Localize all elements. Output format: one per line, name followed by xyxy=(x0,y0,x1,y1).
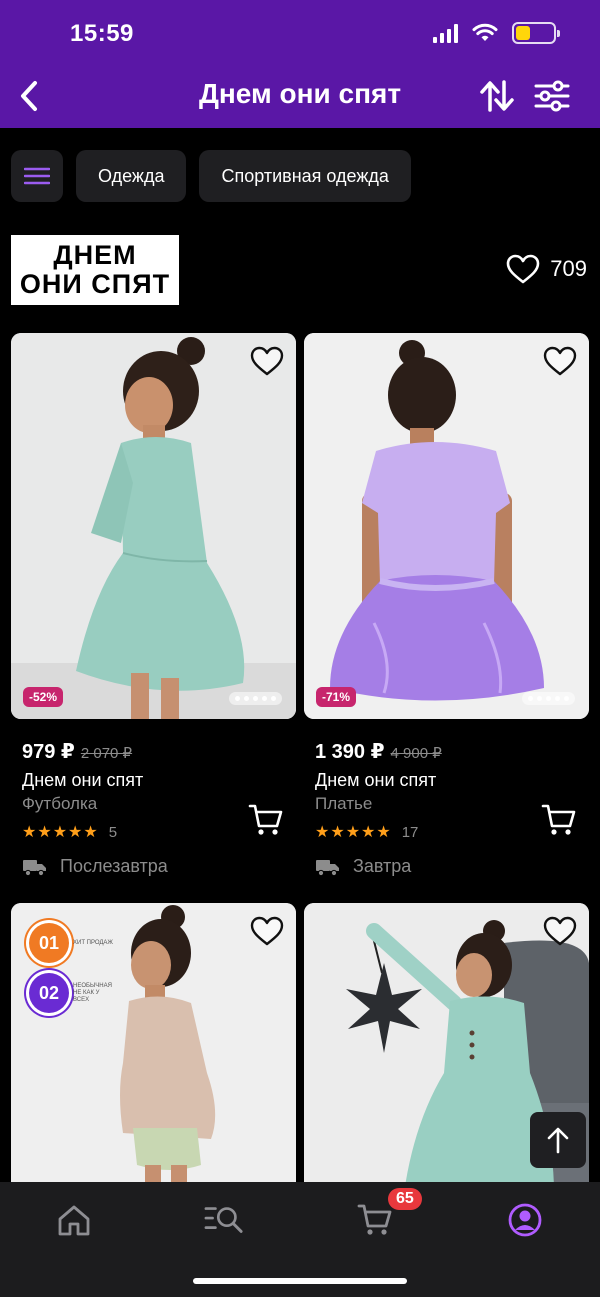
wifi-icon xyxy=(472,23,498,41)
header: 15:59 Днем они спят xyxy=(0,0,600,128)
delivery-row: Послезавтра xyxy=(22,856,296,877)
brand-logo-line2: ОНИ СПЯТ xyxy=(19,269,171,299)
product-card[interactable]: 01 Хит продаж 02 Необычная не как у всех xyxy=(11,903,296,1182)
category-menu-button[interactable] xyxy=(11,150,63,202)
filter-button[interactable] xyxy=(532,78,572,114)
old-price: 2 070 ₽ xyxy=(80,745,133,762)
price-row: 979 ₽ 2 070 ₽ xyxy=(22,739,296,764)
category-chip-sportswear[interactable]: Спортивная одежда xyxy=(199,150,411,202)
product-card[interactable]: -71% 1 390 ₽ 4 900 ₽ Днем они спят Плать… xyxy=(304,333,589,877)
product-brand: Днем они спят xyxy=(315,770,437,790)
status-icons xyxy=(433,22,560,44)
tab-home[interactable] xyxy=(54,1200,94,1240)
filter-sliders-icon xyxy=(534,80,570,112)
reviews-count: 5 xyxy=(108,823,118,841)
favorite-button[interactable] xyxy=(250,915,284,947)
promo-badge-bestseller: 01 Хит продаж xyxy=(29,923,113,963)
cart-icon xyxy=(248,804,283,835)
reviews-count: 17 xyxy=(401,823,419,841)
favorite-button[interactable] xyxy=(250,345,284,377)
old-price: 4 900 ₽ xyxy=(390,745,442,762)
status-time: 15:59 xyxy=(70,20,134,47)
product-image[interactable]: -52% xyxy=(11,333,296,719)
tab-cart[interactable] xyxy=(355,1200,395,1240)
cart-icon xyxy=(541,804,576,835)
price: 1 390 ₽ xyxy=(315,741,385,763)
home-icon xyxy=(58,1205,90,1236)
favorite-button[interactable] xyxy=(543,915,577,947)
brand-likes-count: 709 xyxy=(550,256,587,281)
cart-count-badge: 65 xyxy=(388,1188,422,1210)
brand-favorite[interactable]: 709 xyxy=(506,254,587,284)
girl-lavender-dress-photo xyxy=(304,333,589,719)
delivery-date: Завтра xyxy=(353,856,412,876)
product-brand: Днем они спят xyxy=(22,770,144,790)
sort-arrows-icon xyxy=(480,80,514,112)
battery-icon xyxy=(512,22,560,44)
price-row: 1 390 ₽ 4 900 ₽ xyxy=(315,739,589,764)
rating-stars: ★★★★★ xyxy=(22,824,99,841)
category-chip-clothing[interactable]: Одежда xyxy=(76,150,187,202)
promo-badge-unique: 02 Необычная не как у всех xyxy=(29,973,113,1013)
menu-lines-icon xyxy=(24,167,50,185)
tab-catalog-search[interactable] xyxy=(204,1200,244,1240)
cellular-signal-icon xyxy=(433,23,458,43)
brand-logo[interactable]: ДНЕМ ОНИ СПЯТ xyxy=(11,235,179,305)
delivery-row: Завтра xyxy=(315,856,589,877)
arrow-up-icon xyxy=(547,1127,569,1154)
favorite-button[interactable] xyxy=(543,345,577,377)
brand-logo-line1: ДНЕМ xyxy=(53,240,137,270)
sort-button[interactable] xyxy=(478,78,518,114)
heart-icon xyxy=(250,916,284,946)
discount-badge: -71% xyxy=(316,687,357,707)
delivery-date: Послезавтра xyxy=(60,856,168,876)
add-to-cart-button[interactable] xyxy=(248,803,284,837)
profile-icon xyxy=(508,1203,542,1237)
promo-number: 02 xyxy=(29,973,69,1013)
heart-icon xyxy=(506,254,540,284)
rating-stars: ★★★★★ xyxy=(315,824,392,841)
price: 979 ₽ xyxy=(22,741,75,763)
cart-icon xyxy=(357,1204,392,1235)
delivery-truck-icon xyxy=(23,859,46,876)
heart-icon xyxy=(543,916,577,946)
discount-badge: -52% xyxy=(23,687,64,707)
home-indicator xyxy=(193,1278,407,1284)
image-pager-dots xyxy=(229,692,282,705)
product-image[interactable]: 01 Хит продаж 02 Необычная не как у всех xyxy=(11,903,296,1182)
heart-icon xyxy=(543,346,577,376)
tab-profile[interactable] xyxy=(505,1200,545,1240)
catalog-search-icon xyxy=(204,1207,243,1233)
delivery-truck-icon xyxy=(316,859,339,876)
product-image[interactable]: -71% xyxy=(304,333,589,719)
promo-number: 01 xyxy=(29,923,69,963)
promo-text: Хит продаж xyxy=(73,939,113,946)
category-chips: Одежда Спортивная одежда xyxy=(11,150,411,202)
scroll-to-top-button[interactable] xyxy=(530,1112,586,1168)
heart-icon xyxy=(250,346,284,376)
girl-mint-dress-photo xyxy=(11,333,296,719)
image-pager-dots xyxy=(522,692,575,705)
promo-text: Необычная не как у всех xyxy=(73,982,112,1003)
product-card[interactable]: -52% 979 ₽ 2 070 ₽ Днем они спят Футболк… xyxy=(11,333,296,877)
add-to-cart-button[interactable] xyxy=(541,803,577,837)
